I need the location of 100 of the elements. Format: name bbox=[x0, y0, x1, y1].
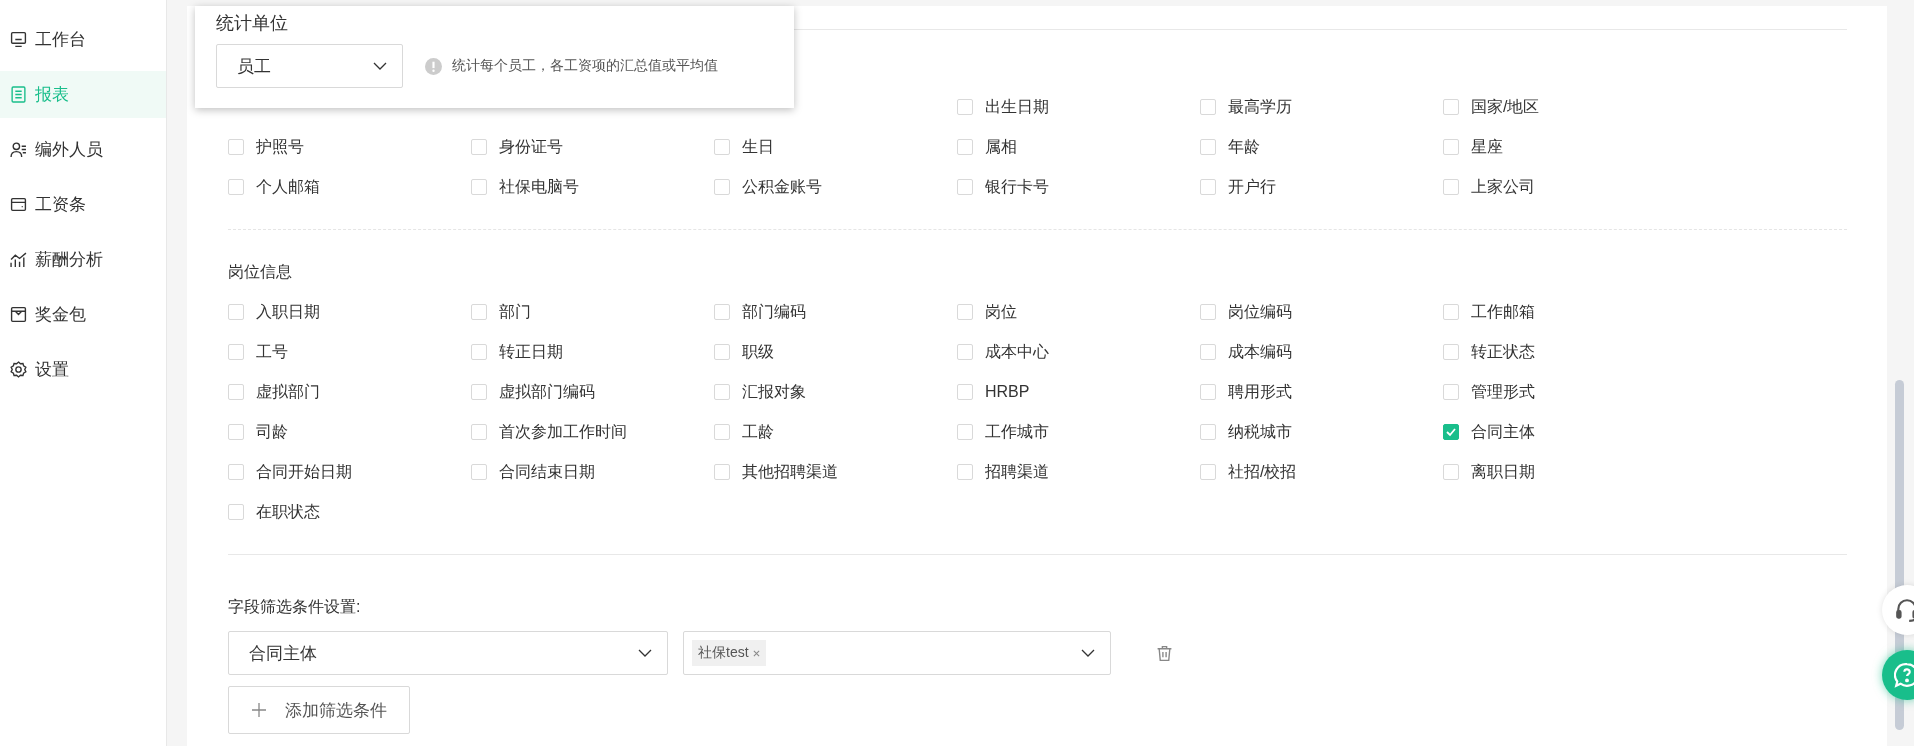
checkbox[interactable] bbox=[957, 464, 973, 480]
checkbox-option[interactable]: 聘用形式 bbox=[1200, 372, 1443, 412]
checkbox[interactable] bbox=[228, 464, 244, 480]
checkbox-option[interactable]: 离职日期 bbox=[1443, 452, 1686, 492]
checkbox[interactable] bbox=[957, 304, 973, 320]
checkbox[interactable] bbox=[957, 344, 973, 360]
checkbox[interactable] bbox=[957, 384, 973, 400]
checkbox[interactable] bbox=[228, 304, 244, 320]
checkbox-option[interactable]: 公积金账号 bbox=[714, 167, 957, 207]
checkbox-option[interactable]: 成本中心 bbox=[957, 332, 1200, 372]
checkbox-option[interactable]: 部门 bbox=[471, 292, 714, 332]
checkbox[interactable] bbox=[1443, 384, 1459, 400]
checkbox[interactable] bbox=[471, 424, 487, 440]
checkbox[interactable] bbox=[957, 179, 973, 195]
checkbox-option[interactable]: 招聘渠道 bbox=[957, 452, 1200, 492]
checkbox-option[interactable]: 部门编码 bbox=[714, 292, 957, 332]
checkbox-option[interactable]: 岗位 bbox=[957, 292, 1200, 332]
checkbox[interactable] bbox=[1443, 99, 1459, 115]
checkbox-option[interactable]: 汇报对象 bbox=[714, 372, 957, 412]
checkbox-option[interactable]: 合同主体 bbox=[1443, 412, 1686, 452]
checkbox[interactable] bbox=[1443, 139, 1459, 155]
checkbox[interactable] bbox=[1200, 344, 1216, 360]
delete-icon[interactable] bbox=[1156, 644, 1173, 662]
checkbox-option[interactable]: 岗位编码 bbox=[1200, 292, 1443, 332]
sidebar-item[interactable]: 编外人员 bbox=[0, 126, 166, 173]
checkbox-option[interactable]: 最高学历 bbox=[1200, 87, 1443, 127]
checkbox-option[interactable]: 合同开始日期 bbox=[228, 452, 471, 492]
checkbox-option[interactable]: 转正日期 bbox=[471, 332, 714, 372]
checkbox-option[interactable]: 合同结束日期 bbox=[471, 452, 714, 492]
checkbox-option[interactable]: 首次参加工作时间 bbox=[471, 412, 714, 452]
sidebar-item[interactable]: 薪酬分析 bbox=[0, 236, 166, 283]
checkbox[interactable] bbox=[714, 179, 730, 195]
checkbox[interactable] bbox=[714, 464, 730, 480]
checkbox[interactable] bbox=[228, 384, 244, 400]
sidebar-item[interactable]: 工资条 bbox=[0, 181, 166, 228]
checkbox-option[interactable]: 工号 bbox=[228, 332, 471, 372]
checkbox-option[interactable]: 社保电脑号 bbox=[471, 167, 714, 207]
unit-select[interactable]: 员工 bbox=[216, 44, 403, 88]
checkbox-option[interactable]: 工作城市 bbox=[957, 412, 1200, 452]
checkbox-option[interactable]: 管理形式 bbox=[1443, 372, 1686, 412]
checkbox[interactable] bbox=[1443, 304, 1459, 320]
checkbox-option[interactable]: 社招/校招 bbox=[1200, 452, 1443, 492]
checkbox-option[interactable]: 其他招聘渠道 bbox=[714, 452, 957, 492]
checkbox-option[interactable]: 虚拟部门 bbox=[228, 372, 471, 412]
checkbox-option[interactable]: 成本编码 bbox=[1200, 332, 1443, 372]
checkbox[interactable] bbox=[1200, 179, 1216, 195]
checkbox-option[interactable]: 职级 bbox=[714, 332, 957, 372]
checkbox[interactable] bbox=[1200, 139, 1216, 155]
checkbox-option[interactable]: 上家公司 bbox=[1443, 167, 1686, 207]
checkbox[interactable] bbox=[957, 139, 973, 155]
checkbox[interactable] bbox=[714, 424, 730, 440]
checkbox[interactable] bbox=[1443, 179, 1459, 195]
value-select[interactable]: 社保test bbox=[683, 631, 1111, 675]
checkbox[interactable] bbox=[1443, 424, 1459, 440]
checkbox-option[interactable]: 护照号 bbox=[228, 127, 471, 167]
checkbox[interactable] bbox=[1200, 464, 1216, 480]
checkbox[interactable] bbox=[471, 384, 487, 400]
checkbox[interactable] bbox=[1200, 384, 1216, 400]
field-select[interactable]: 合同主体 bbox=[228, 631, 668, 675]
checkbox[interactable] bbox=[957, 99, 973, 115]
checkbox[interactable] bbox=[471, 304, 487, 320]
checkbox-option[interactable]: 银行卡号 bbox=[957, 167, 1200, 207]
checkbox-option[interactable]: 属相 bbox=[957, 127, 1200, 167]
checkbox[interactable] bbox=[471, 139, 487, 155]
checkbox-option[interactable]: 个人邮箱 bbox=[228, 167, 471, 207]
checkbox[interactable] bbox=[1200, 424, 1216, 440]
checkbox-option[interactable]: HRBP bbox=[957, 372, 1200, 412]
add-filter-button[interactable]: 添加筛选条件 bbox=[228, 686, 410, 734]
close-icon[interactable] bbox=[752, 649, 760, 657]
checkbox-option[interactable]: 纳税城市 bbox=[1200, 412, 1443, 452]
checkbox-option[interactable]: 司龄 bbox=[228, 412, 471, 452]
checkbox-option[interactable]: 星座 bbox=[1443, 127, 1686, 167]
checkbox-option[interactable]: 工龄 bbox=[714, 412, 957, 452]
checkbox[interactable] bbox=[228, 344, 244, 360]
checkbox[interactable] bbox=[1443, 464, 1459, 480]
checkbox-option[interactable]: 出生日期 bbox=[957, 87, 1200, 127]
checkbox[interactable] bbox=[228, 504, 244, 520]
checkbox-option[interactable]: 国家/地区 bbox=[1443, 87, 1686, 127]
checkbox-option[interactable]: 年龄 bbox=[1200, 127, 1443, 167]
checkbox[interactable] bbox=[471, 179, 487, 195]
checkbox-option[interactable]: 身份证号 bbox=[471, 127, 714, 167]
checkbox-option[interactable]: 开户行 bbox=[1200, 167, 1443, 207]
checkbox[interactable] bbox=[471, 464, 487, 480]
checkbox[interactable] bbox=[228, 179, 244, 195]
checkbox-option[interactable]: 生日 bbox=[714, 127, 957, 167]
checkbox[interactable] bbox=[714, 139, 730, 155]
checkbox[interactable] bbox=[1200, 99, 1216, 115]
sidebar-item[interactable]: 奖金包 bbox=[0, 291, 166, 338]
checkbox[interactable] bbox=[714, 344, 730, 360]
sidebar-item[interactable]: 设置 bbox=[0, 346, 166, 393]
checkbox-option[interactable]: 虚拟部门编码 bbox=[471, 372, 714, 412]
checkbox[interactable] bbox=[714, 384, 730, 400]
checkbox[interactable] bbox=[228, 424, 244, 440]
checkbox[interactable] bbox=[1200, 304, 1216, 320]
checkbox[interactable] bbox=[471, 344, 487, 360]
checkbox[interactable] bbox=[228, 139, 244, 155]
checkbox[interactable] bbox=[1443, 344, 1459, 360]
checkbox-option[interactable]: 转正状态 bbox=[1443, 332, 1686, 372]
checkbox-option[interactable]: 工作邮箱 bbox=[1443, 292, 1686, 332]
checkbox[interactable] bbox=[957, 424, 973, 440]
